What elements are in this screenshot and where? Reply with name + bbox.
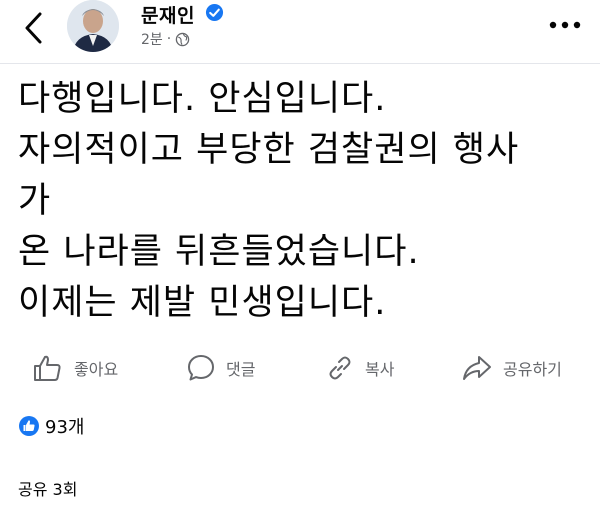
- meta-separator: ·: [166, 31, 172, 47]
- chevron-left-icon: [25, 12, 42, 44]
- post-line: 다행입니다. 안심입니다.: [18, 79, 387, 119]
- post-header: 문재인 2분 ·: [0, 0, 600, 58]
- post-body: 다행입니다. 안심입니다. 자의적이고 부당한 검찰권의 행사 가 온 나라를 …: [18, 74, 588, 329]
- verified-badge-icon: [205, 3, 224, 22]
- post-line: 자의적이고 부당한 검찰권의 행사: [18, 130, 520, 170]
- post-line: 이제는 제발 민생입니다.: [18, 283, 387, 323]
- copy-link-button[interactable]: 복사: [325, 346, 394, 390]
- header-divider: [0, 63, 600, 64]
- comment-label: 댓글: [226, 360, 256, 379]
- post-line: 온 나라를 뒤흔들었습니다.: [18, 232, 420, 272]
- copy-label: 복사: [365, 360, 395, 379]
- like-button[interactable]: 좋아요: [32, 346, 118, 390]
- share-label: 공유하기: [503, 360, 562, 379]
- more-options-button[interactable]: [548, 16, 582, 29]
- globe-icon: [176, 32, 190, 46]
- like-reaction-icon: [19, 416, 39, 436]
- share-button[interactable]: 공유하기: [461, 346, 562, 390]
- post-line: 가: [18, 181, 52, 221]
- avatar[interactable]: [67, 0, 119, 52]
- like-label: 좋아요: [74, 360, 119, 379]
- post-time[interactable]: 2분: [141, 29, 163, 49]
- post-actions: 좋아요 댓글 복사 공유하기: [0, 346, 600, 390]
- share-arrow-icon: [463, 356, 491, 380]
- thumbs-up-icon: [34, 355, 61, 381]
- link-icon: [329, 356, 351, 380]
- comment-bubble-icon: [188, 355, 214, 381]
- reactions-summary[interactable]: 93개: [18, 413, 84, 439]
- reaction-count: 93개: [45, 417, 85, 438]
- post-meta: 2분 ·: [141, 29, 190, 49]
- profile-photo: [67, 0, 119, 52]
- share-count[interactable]: 공유 3회: [18, 476, 77, 500]
- back-button[interactable]: [18, 10, 52, 46]
- comment-button[interactable]: 댓글: [186, 346, 255, 390]
- author-name[interactable]: 문재인: [141, 1, 195, 28]
- more-dots-icon: [549, 21, 581, 29]
